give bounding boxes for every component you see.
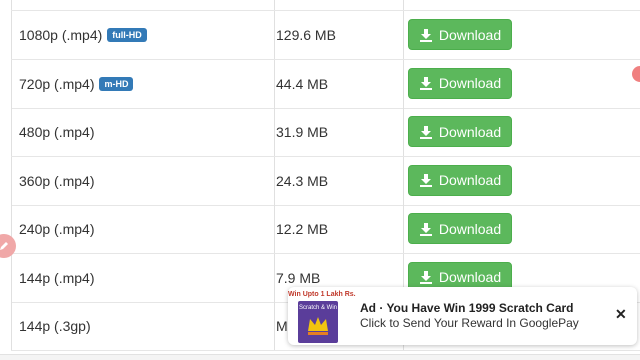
format-text: 720p (.mp4) (19, 75, 95, 92)
file-size: 12.2 MB (276, 221, 329, 237)
download-button-label: Download (438, 75, 502, 91)
action-cell: Download (404, 205, 640, 253)
download-button-label: Download (438, 172, 502, 188)
table-cell (11, 0, 275, 10)
format-text: 1080p (.mp4) (19, 27, 103, 43)
close-icon[interactable]: ✕ (615, 306, 627, 323)
format-cell: 144p (.3gp) (11, 302, 275, 350)
size-cell: 129.6 MB (274, 11, 404, 59)
action-cell: Download (404, 157, 640, 205)
file-size: 44.4 MB (276, 75, 329, 92)
format-cell: 240p (.mp4) (11, 205, 275, 253)
size-cell: 24.3 MB (274, 156, 404, 205)
table-row: 360p (.mp4) 24.3 MB Download (11, 156, 640, 206)
file-size: M (276, 318, 288, 334)
file-size: 129.6 MB (276, 27, 336, 43)
ad-thumbnail[interactable]: Win Upto 1 Lakh Rs. Scratch & Win (288, 287, 356, 345)
download-icon (419, 271, 432, 284)
action-cell: Download (404, 60, 640, 108)
format-cell: 360p (.mp4) (11, 156, 275, 205)
table-row: 1080p (.mp4) full-HD 129.6 MB Download (11, 11, 640, 60)
action-cell: Download (404, 108, 640, 156)
download-button[interactable]: Download (408, 116, 512, 147)
download-button-label: Download (438, 26, 502, 43)
size-cell: 31.9 MB (274, 108, 404, 156)
file-size: 7.9 MB (276, 269, 321, 286)
format-text: 360p (.mp4) (19, 172, 95, 189)
size-cell: 44.4 MB (274, 59, 404, 108)
size-cell: 12.2 MB (274, 205, 404, 253)
format-label: 144p (.mp4) (19, 270, 94, 286)
pencil-icon (0, 242, 8, 250)
format-text: 480p (.mp4) (19, 124, 95, 140)
table-row: 240p (.mp4) 12.2 MB Download (11, 205, 640, 254)
format-label: 1080p (.mp4) full-HD (19, 27, 147, 43)
bottom-edge (0, 354, 640, 360)
ad-thumbnail-caption: Win Upto 1 Lakh Rs. (288, 291, 356, 298)
ad-thumbnail-image: Scratch & Win (298, 301, 338, 343)
file-size: 24.3 MB (276, 172, 329, 189)
download-button-label: Download (438, 269, 502, 285)
download-button[interactable]: Download (408, 19, 512, 50)
download-button[interactable]: Download (408, 164, 512, 196)
ad-subtitle[interactable]: Click to Send Your Reward In GooglePay (360, 316, 579, 330)
format-text: 144p (.3gp) (19, 318, 91, 334)
format-label: 144p (.3gp) (19, 318, 91, 334)
quality-badge: full-HD (107, 28, 147, 42)
download-button[interactable]: Download (408, 67, 512, 99)
crown-icon (308, 317, 328, 335)
format-label: 240p (.mp4) (19, 221, 94, 237)
format-text: 144p (.mp4) (19, 269, 95, 286)
format-label: 480p (.mp4) (19, 124, 94, 140)
file-size: 31.9 MB (276, 124, 329, 140)
download-button[interactable]: Download (408, 213, 512, 244)
format-cell: 144p (.mp4) (11, 253, 275, 302)
download-button-label: Download (438, 123, 502, 140)
format-label: 720p (.mp4) m-HD (19, 75, 134, 92)
action-cell: Download (404, 11, 640, 59)
download-icon (419, 222, 432, 236)
download-icon (419, 125, 432, 139)
ad-title[interactable]: Ad · You Have Win 1999 Scratch Card (360, 301, 574, 315)
table-cell (274, 0, 404, 10)
table-row: 720p (.mp4) m-HD 44.4 MB Download (11, 59, 640, 109)
quality-badge: m-HD (99, 76, 134, 91)
download-icon (419, 77, 432, 90)
download-button-label: Download (438, 220, 502, 237)
format-cell: 720p (.mp4) m-HD (11, 59, 275, 108)
table-top-row (11, 0, 640, 11)
format-cell: 480p (.mp4) (11, 108, 275, 156)
download-icon (419, 28, 432, 42)
download-icon (419, 174, 432, 187)
format-label: 360p (.mp4) (19, 173, 94, 189)
format-text: 240p (.mp4) (19, 221, 95, 237)
ad-banner[interactable]: Win Upto 1 Lakh Rs. Scratch & Win Ad · Y… (288, 287, 637, 345)
format-cell: 1080p (.mp4) full-HD (11, 11, 275, 59)
table-row: 480p (.mp4) 31.9 MB Download (11, 108, 640, 157)
